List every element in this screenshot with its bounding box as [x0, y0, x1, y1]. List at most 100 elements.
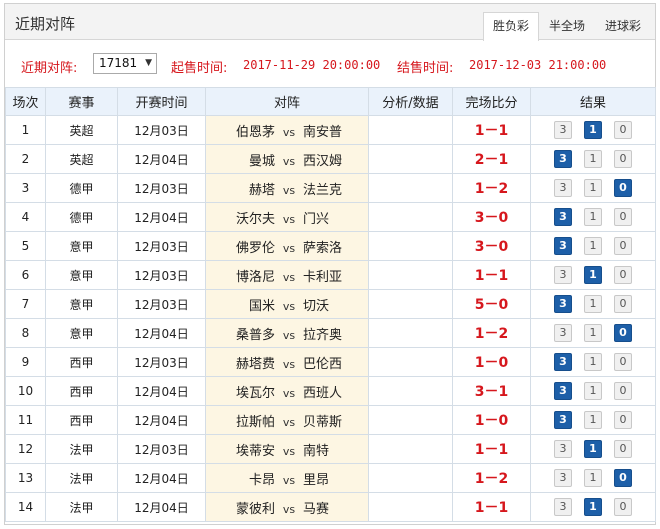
result-option-0[interactable]: 0 — [614, 295, 632, 313]
tab-shengfucai[interactable]: 胜负彩 — [482, 12, 539, 41]
result-option-1[interactable]: 1 — [584, 498, 602, 516]
analysis-cell[interactable] — [368, 260, 453, 290]
result-option-1[interactable]: 1 — [584, 237, 602, 255]
away-team[interactable]: 拉齐奥 — [303, 324, 363, 343]
issue-select[interactable]: 17181 ▼ — [93, 53, 157, 74]
result-option-1[interactable]: 1 — [584, 382, 602, 400]
result-option-3[interactable]: 3 — [554, 382, 572, 400]
home-team[interactable]: 埃瓦尔 — [211, 382, 275, 401]
col-header-score: 完场比分 — [452, 87, 531, 116]
start-time-value: 2017-11-29 20:00:00 — [243, 58, 381, 72]
analysis-cell[interactable] — [368, 231, 453, 261]
home-team[interactable]: 卡昂 — [211, 469, 275, 488]
result-option-3[interactable]: 3 — [554, 150, 572, 168]
away-team[interactable]: 西汉姆 — [303, 150, 363, 169]
away-team[interactable]: 萨索洛 — [303, 237, 363, 256]
result-option-0[interactable]: 0 — [614, 121, 632, 139]
analysis-cell[interactable] — [368, 318, 453, 348]
home-team[interactable]: 蒙彼利 — [211, 498, 275, 517]
home-team[interactable]: 博洛尼 — [211, 266, 275, 285]
result-option-1[interactable]: 1 — [584, 150, 602, 168]
result-option-3[interactable]: 3 — [554, 440, 572, 458]
result-option-1[interactable]: 1 — [584, 208, 602, 226]
result-option-1[interactable]: 1 — [584, 353, 602, 371]
analysis-cell[interactable] — [368, 173, 453, 203]
home-team[interactable]: 桑普多 — [211, 324, 275, 343]
match-number: 10 — [5, 376, 46, 406]
result-option-1[interactable]: 1 — [584, 324, 602, 342]
result-option-3[interactable]: 3 — [554, 266, 572, 284]
home-team[interactable]: 赫塔费 — [211, 353, 275, 372]
result-option-0[interactable]: 0 — [614, 150, 632, 168]
result-option-0[interactable]: 0 — [614, 353, 632, 371]
result-option-0[interactable]: 0 — [614, 237, 632, 255]
home-team[interactable]: 拉斯帕 — [211, 411, 275, 430]
result-option-1[interactable]: 1 — [584, 121, 602, 139]
home-team[interactable]: 国米 — [211, 295, 275, 314]
away-team[interactable]: 巴伦西 — [303, 353, 363, 372]
result-option-3[interactable]: 3 — [554, 179, 572, 197]
result-option-1[interactable]: 1 — [584, 295, 602, 313]
away-team[interactable]: 卡利亚 — [303, 266, 363, 285]
result-option-0[interactable]: 0 — [614, 469, 632, 487]
league-name: 西甲 — [45, 376, 118, 406]
match-number: 12 — [5, 434, 46, 464]
analysis-cell[interactable] — [368, 434, 453, 464]
result-option-0[interactable]: 0 — [614, 208, 632, 226]
away-team[interactable]: 切沃 — [303, 295, 363, 314]
away-team[interactable]: 贝蒂斯 — [303, 411, 363, 430]
analysis-cell[interactable] — [368, 289, 453, 319]
home-team[interactable]: 曼城 — [211, 150, 275, 169]
result-option-3[interactable]: 3 — [554, 411, 572, 429]
away-team[interactable]: 法兰克 — [303, 179, 363, 198]
analysis-cell[interactable] — [368, 492, 453, 522]
result-option-1[interactable]: 1 — [584, 179, 602, 197]
away-team[interactable]: 西班人 — [303, 382, 363, 401]
result-option-0[interactable]: 0 — [614, 498, 632, 516]
result-option-3[interactable]: 3 — [554, 208, 572, 226]
analysis-cell[interactable] — [368, 202, 453, 232]
result-cell: 310 — [530, 405, 656, 435]
home-team[interactable]: 埃蒂安 — [211, 440, 275, 459]
result-option-3[interactable]: 3 — [554, 324, 572, 342]
match-cell: 拉斯帕 vs 贝蒂斯 — [205, 405, 369, 435]
result-option-1[interactable]: 1 — [584, 266, 602, 284]
result-option-3[interactable]: 3 — [554, 498, 572, 516]
away-team[interactable]: 南安普 — [303, 121, 363, 140]
analysis-cell[interactable] — [368, 144, 453, 174]
result-option-3[interactable]: 3 — [554, 121, 572, 139]
result-option-0[interactable]: 0 — [614, 266, 632, 284]
result-option-0[interactable]: 0 — [614, 179, 632, 197]
result-option-1[interactable]: 1 — [584, 411, 602, 429]
away-team[interactable]: 里昂 — [303, 469, 363, 488]
home-team[interactable]: 赫塔 — [211, 179, 275, 198]
analysis-cell[interactable] — [368, 405, 453, 435]
tab-banquanchang[interactable]: 半全场 — [539, 12, 595, 40]
away-team[interactable]: 门兴 — [303, 208, 363, 227]
result-option-3[interactable]: 3 — [554, 237, 572, 255]
analysis-cell[interactable] — [368, 115, 453, 145]
away-team[interactable]: 南特 — [303, 440, 363, 459]
result-option-1[interactable]: 1 — [584, 469, 602, 487]
result-option-3[interactable]: 3 — [554, 353, 572, 371]
away-team[interactable]: 马赛 — [303, 498, 363, 517]
home-team[interactable]: 佛罗伦 — [211, 237, 275, 256]
result-option-0[interactable]: 0 — [614, 411, 632, 429]
result-option-3[interactable]: 3 — [554, 469, 572, 487]
home-team[interactable]: 伯恩茅 — [211, 121, 275, 140]
home-team[interactable]: 沃尔夫 — [211, 208, 275, 227]
analysis-cell[interactable] — [368, 463, 453, 493]
result-option-0[interactable]: 0 — [614, 382, 632, 400]
table-row: 11 西甲 12月04日 拉斯帕 vs 贝蒂斯 1－0 3 1 0 — [5, 405, 656, 435]
result-option-1[interactable]: 1 — [584, 440, 602, 458]
tab-jinqiucai[interactable]: 进球彩 — [595, 12, 651, 40]
result-option-0[interactable]: 0 — [614, 440, 632, 458]
table-row: 1 英超 12月03日 伯恩茅 vs 南安普 1－1 3 1 0 — [5, 115, 656, 145]
analysis-cell[interactable] — [368, 347, 453, 377]
league-name: 意甲 — [45, 231, 118, 261]
result-option-3[interactable]: 3 — [554, 295, 572, 313]
table-row: 13 法甲 12月04日 卡昂 vs 里昂 1－2 3 1 0 — [5, 463, 656, 493]
table-row: 14 法甲 12月04日 蒙彼利 vs 马赛 1－1 3 1 0 — [5, 492, 656, 522]
analysis-cell[interactable] — [368, 376, 453, 406]
result-option-0[interactable]: 0 — [614, 324, 632, 342]
